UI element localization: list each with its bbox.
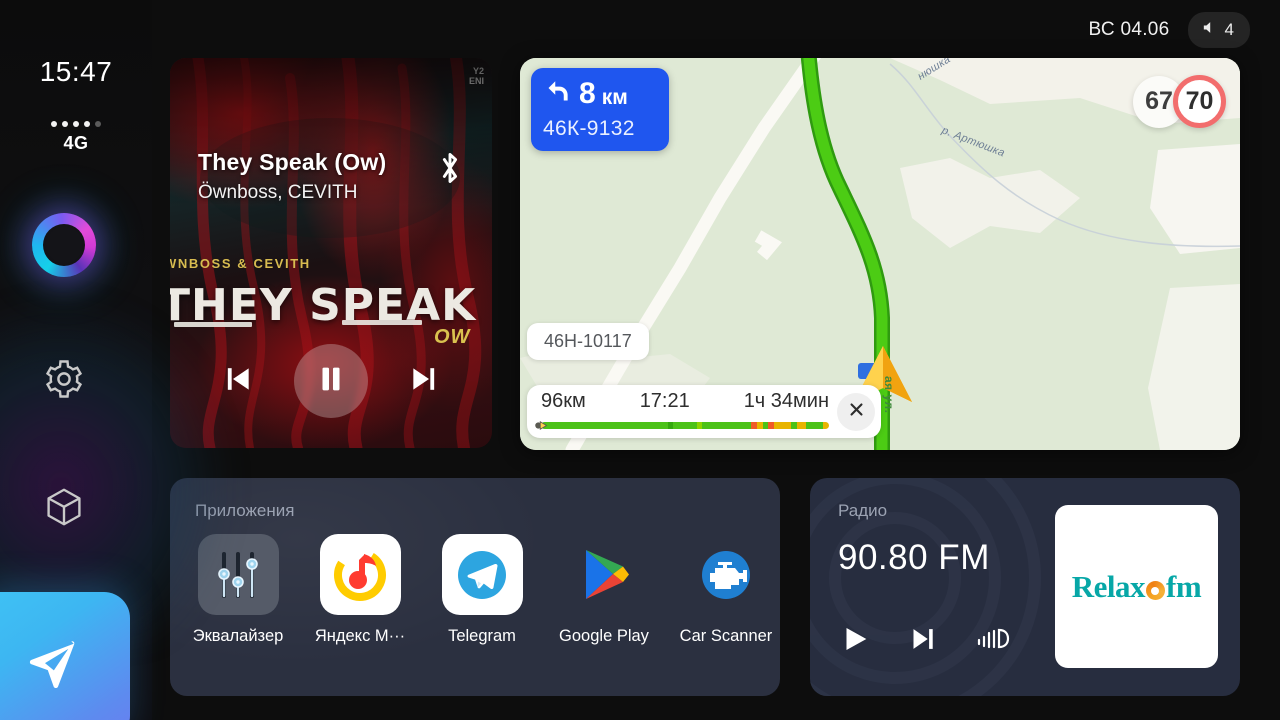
navigation-map-card[interactable]: ая ул. нюшка р. Артюшка 8 км 46К-9132 67… bbox=[520, 58, 1240, 450]
next-track-button[interactable] bbox=[405, 359, 445, 404]
logo-part-2: x bbox=[1130, 568, 1146, 604]
signal-dot bbox=[84, 121, 90, 127]
maneuver-distance: 8 bbox=[579, 76, 596, 110]
soundwave-icon bbox=[977, 628, 1010, 649]
app-label: Google Play bbox=[559, 627, 649, 645]
navigation-shortcut-tile[interactable] bbox=[0, 592, 130, 720]
yandex-music-icon bbox=[319, 534, 401, 615]
track-artist: Öwnboss, CEVITH bbox=[198, 182, 358, 203]
app-item-car-scanner[interactable]: Car Scanner bbox=[677, 534, 775, 646]
radio-play-button[interactable] bbox=[838, 622, 872, 661]
radio-frequency: 90.80 FM bbox=[838, 538, 990, 577]
google-play-icon bbox=[564, 534, 645, 615]
logo-part-3: fm bbox=[1166, 568, 1202, 604]
volume-level-label: 4 bbox=[1224, 20, 1234, 39]
album-art-bars bbox=[170, 320, 492, 330]
volume-control[interactable]: 4 bbox=[1187, 12, 1250, 48]
maneuver-unit: км bbox=[601, 85, 628, 109]
turn-left-arrow-icon bbox=[543, 76, 573, 111]
media-player-card[interactable]: WNBOSS & CEVITH THEY SPEAK OW Y2 ENI The… bbox=[170, 58, 492, 448]
trip-arrival-time: 17:21 bbox=[639, 390, 690, 412]
app-item-equalizer[interactable]: Эквалайзер bbox=[189, 534, 287, 646]
skip-next-icon bbox=[405, 359, 445, 404]
traffic-segment bbox=[702, 422, 752, 429]
traffic-segment bbox=[797, 422, 806, 429]
traffic-segment bbox=[774, 422, 792, 429]
apps-panel-title: Приложения bbox=[195, 501, 295, 520]
radio-station-logo-text: Rela x fm bbox=[1071, 568, 1202, 605]
car-launcher-screen: 15:47 4G ВС 04.06 4 WNBOSS & CEVITH THEY… bbox=[0, 0, 1280, 720]
map-street-label: ая ул. bbox=[882, 376, 896, 414]
signal-dot bbox=[51, 121, 57, 127]
track-title: They Speak (Ow) bbox=[198, 149, 387, 175]
traffic-progress-bar bbox=[541, 422, 829, 429]
app-label: Telegram bbox=[448, 627, 516, 645]
bluetooth-icon[interactable] bbox=[436, 150, 464, 191]
apps-list: Эквалайзер Яндекс М··· Telegram Google P… bbox=[170, 534, 780, 646]
top-status-bar: ВС 04.06 4 bbox=[152, 0, 1280, 60]
equalizer-sliders-icon bbox=[197, 534, 279, 615]
close-x-icon bbox=[848, 400, 865, 424]
radio-controls bbox=[838, 621, 1010, 662]
speed-indicators: 67 70 bbox=[1133, 75, 1226, 128]
radio-panel-title: Радио bbox=[838, 501, 888, 520]
signal-bars bbox=[0, 118, 152, 130]
gear-icon bbox=[43, 358, 85, 400]
car-engine-icon bbox=[686, 534, 767, 615]
clock: 15:47 bbox=[39, 56, 113, 87]
route-start-knob bbox=[535, 420, 548, 431]
radio-next-button[interactable] bbox=[906, 621, 942, 662]
traffic-segment bbox=[805, 422, 824, 429]
traffic-segment bbox=[673, 422, 697, 429]
telegram-icon bbox=[441, 534, 523, 615]
cube-box-icon bbox=[42, 485, 86, 529]
navigation-send-icon bbox=[24, 637, 80, 698]
app-item-telegram[interactable]: Telegram bbox=[433, 534, 531, 646]
app-label: Эквалайзер bbox=[192, 627, 284, 645]
signal-dot bbox=[73, 121, 79, 127]
radio-panel: Радио 90.80 FM Rela x fm bbox=[810, 478, 1240, 696]
apps-panel: Приложения Эквалайзер Яндекс М··· Telegr… bbox=[170, 478, 780, 696]
app-label: Яндекс М··· bbox=[314, 627, 406, 645]
speed-limit-badge: 70 bbox=[1173, 75, 1226, 128]
play-icon bbox=[846, 627, 867, 651]
play-pause-button[interactable] bbox=[293, 344, 368, 418]
trip-distance: 96км bbox=[541, 390, 586, 412]
skip-previous-icon bbox=[217, 359, 257, 404]
assistant-ring-icon[interactable] bbox=[32, 213, 96, 277]
trip-summary-bar: 96км 17:21 1ч 34мин bbox=[527, 385, 881, 438]
skip-next-icon bbox=[913, 629, 933, 649]
app-item-yandex-music[interactable]: Яндекс М··· bbox=[311, 534, 409, 646]
media-controls bbox=[170, 336, 492, 426]
album-art-artists-text: WNBOSS & CEVITH bbox=[170, 256, 311, 271]
close-route-button[interactable] bbox=[837, 393, 875, 431]
traffic-segment bbox=[541, 422, 668, 429]
date-label: ВС 04.06 bbox=[1088, 19, 1170, 40]
current-road-chip: 46Н-10117 bbox=[527, 323, 649, 360]
speaker-volume-icon bbox=[1201, 19, 1218, 41]
signal-indicator: 4G bbox=[0, 118, 152, 154]
trip-duration: 1ч 34мин bbox=[743, 390, 829, 412]
radio-station-logo: Rela x fm bbox=[1055, 505, 1218, 668]
app-label: Car Scanner bbox=[679, 627, 773, 645]
radio-soundwave-button[interactable] bbox=[976, 625, 1010, 658]
signal-dot-empty bbox=[95, 121, 101, 127]
network-type-label: 4G bbox=[63, 133, 89, 153]
previous-track-button[interactable] bbox=[217, 359, 257, 404]
sidebar-item-all-apps[interactable] bbox=[40, 483, 88, 531]
app-item-google-play[interactable]: Google Play bbox=[555, 534, 653, 646]
signal-dot bbox=[62, 121, 68, 127]
sidebar-item-settings[interactable] bbox=[40, 355, 88, 403]
sidebar: 15:47 4G bbox=[0, 0, 230, 720]
pause-icon bbox=[314, 362, 348, 401]
traffic-segment bbox=[823, 422, 829, 429]
maneuver-card: 8 км 46К-9132 bbox=[531, 68, 669, 151]
maneuver-road-number: 46К-9132 bbox=[543, 117, 635, 140]
logo-part-1: Rela bbox=[1071, 568, 1131, 604]
logo-swirl-icon bbox=[1146, 581, 1166, 600]
